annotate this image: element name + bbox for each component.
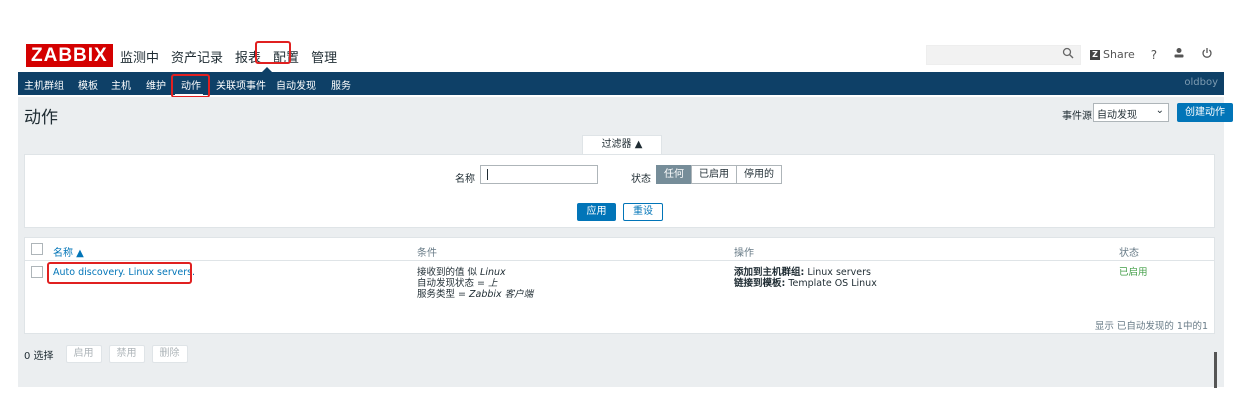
subnav-hosts[interactable]: 主机 <box>111 77 131 92</box>
mass-actions-bar: 0 选择 启用 禁用 删除 <box>24 345 195 363</box>
subnav-discovery[interactable]: 自动发现 <box>276 77 316 92</box>
subnav-maintenance[interactable]: 维护 <box>146 77 166 92</box>
chevron-down-icon: ⌄ <box>1155 105 1164 116</box>
subnav-templates[interactable]: 模板 <box>78 77 98 92</box>
search-icon[interactable] <box>1062 47 1076 61</box>
select-all-checkbox[interactable] <box>31 243 43 255</box>
share-link[interactable]: Share <box>1103 48 1135 61</box>
filter-status-label: 状态 <box>631 174 651 185</box>
mass-enable-button[interactable]: 启用 <box>65 345 102 363</box>
column-operations: 操作 <box>734 248 754 259</box>
user-icon[interactable] <box>1173 47 1185 62</box>
content-area: 动作 事件源 自动发现 ⌄ 创建动作 过滤器 ▲ 名称 状态 任何 已启用 停用… <box>18 97 1233 387</box>
header-tools: Z Share ? <box>1090 47 1213 62</box>
menu-monitoring[interactable]: 监测中 <box>114 43 165 70</box>
reset-button[interactable]: 重设 <box>623 203 663 221</box>
mass-delete-button[interactable]: 删除 <box>151 345 188 363</box>
column-status: 状态 <box>1119 248 1139 259</box>
status-option-enabled[interactable]: 已启用 <box>691 165 737 184</box>
row-checkbox[interactable] <box>31 266 43 278</box>
share-icon[interactable]: Z <box>1090 49 1100 60</box>
column-conditions: 条件 <box>417 248 437 259</box>
main-menu: 监测中 资产记录 报表 配置 管理 <box>114 43 343 70</box>
event-source-value: 自动发现 <box>1097 110 1137 121</box>
subnav-host-groups[interactable]: 主机群组 <box>24 77 64 92</box>
column-name[interactable]: 名称 ▲ <box>53 244 84 259</box>
current-user: oldboy <box>1184 77 1218 88</box>
menu-configuration[interactable]: 配置 <box>267 43 305 70</box>
menu-administration[interactable]: 管理 <box>305 43 343 70</box>
table-footer-count: 显示 已自动发现的 1中的1 <box>1094 321 1208 332</box>
sub-navigation: 主机群组 模板 主机 维护 动作 关联项事件 自动发现 服务 oldboy <box>18 72 1224 95</box>
filter-panel: 名称 状态 任何 已启用 停用的 应用 重设 <box>24 154 1215 228</box>
filter-tab[interactable]: 过滤器 ▲ <box>582 135 662 154</box>
create-action-button[interactable]: 创建动作 <box>1177 103 1233 122</box>
condition-line: 接收到的值 似 Linux <box>417 267 506 278</box>
menu-reports[interactable]: 报表 <box>229 43 267 70</box>
condition-line: 自动发现状态 = 上 <box>417 278 498 289</box>
apply-button[interactable]: 应用 <box>577 203 616 221</box>
status-option-any[interactable]: 任何 <box>656 165 692 184</box>
condition-line: 服务类型 = Zabbix 客户端 <box>417 289 534 300</box>
power-icon[interactable] <box>1201 47 1213 62</box>
action-conditions: 接收到的值 似 Linux 自动发现状态 = 上 服务类型 = Zabbix 客… <box>417 267 533 300</box>
table-header: 名称 ▲ 条件 操作 状态 <box>25 238 1214 261</box>
subnav-actions[interactable]: 动作 <box>181 77 201 92</box>
event-source-select[interactable]: 自动发现 ⌄ <box>1093 103 1169 122</box>
top-bar: ZABBIX 监测中 资产记录 报表 配置 管理 Z Share ? <box>18 40 1224 68</box>
actions-table: 名称 ▲ 条件 操作 状态 Auto discovery. Linux serv… <box>24 237 1215 334</box>
page-title: 动作 <box>24 108 58 128</box>
action-operations: 添加到主机群组: Linux servers 链接到模板: Template O… <box>734 267 877 289</box>
status-enabled-link[interactable]: 已启用 <box>1119 267 1148 278</box>
scrollbar[interactable] <box>1214 352 1217 388</box>
selected-count: 0 选择 <box>24 350 54 362</box>
mass-disable-button[interactable]: 禁用 <box>108 345 145 363</box>
subnav-correlation[interactable]: 关联项事件 <box>216 77 266 92</box>
filter-name-input[interactable] <box>480 165 598 184</box>
zabbix-logo[interactable]: ZABBIX <box>26 44 113 67</box>
search-input[interactable] <box>926 45 1081 65</box>
help-icon[interactable]: ? <box>1151 48 1157 62</box>
operation-line: 添加到主机群组: Linux servers <box>734 267 871 278</box>
filter-name-label: 名称 <box>455 174 475 185</box>
operation-line: 链接到模板: Template OS Linux <box>734 278 877 289</box>
event-source-label: 事件源 <box>1062 111 1092 122</box>
status-option-disabled[interactable]: 停用的 <box>736 165 782 184</box>
action-name-link[interactable]: Auto discovery. Linux servers. <box>53 267 195 278</box>
filter-status-segmented: 任何 已启用 停用的 <box>656 165 782 184</box>
active-tab-underline <box>175 94 203 96</box>
subnav-services[interactable]: 服务 <box>331 77 351 92</box>
menu-inventory[interactable]: 资产记录 <box>165 43 229 70</box>
